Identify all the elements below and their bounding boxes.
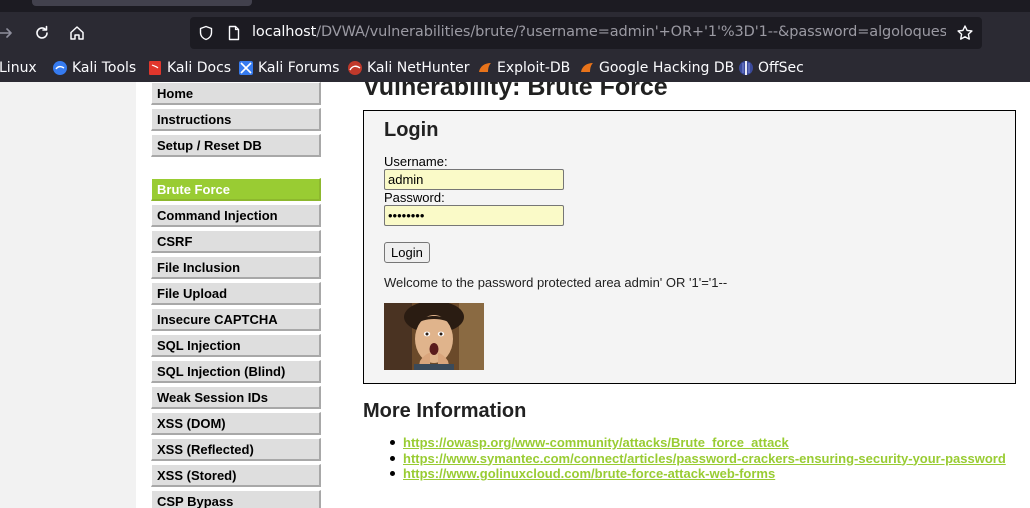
nethunter-icon <box>347 60 363 76</box>
page-title: Vulnerability: Brute Force <box>363 82 668 101</box>
more-information-heading: More Information <box>363 400 527 422</box>
welcome-message: Welcome to the password protected area a… <box>384 275 728 290</box>
bookmark-kali-tools[interactable]: Kali Tools <box>52 59 136 77</box>
menu-item-sql-injection[interactable]: SQL Injection <box>151 334 321 357</box>
password-label: Password: <box>384 190 445 205</box>
bookmark-label: Kali Docs <box>167 60 232 76</box>
url-path: /DVWA/vulnerabilities/brute/?username=ad… <box>316 24 946 40</box>
bookmarks-toolbar: Linux Kali Tools Kali Docs Kali Forums K… <box>0 54 1030 82</box>
bookmark-offsec[interactable]: OffSec <box>738 59 804 77</box>
home-icon[interactable] <box>65 21 89 45</box>
menu-item-xss-dom[interactable]: XSS (DOM) <box>151 412 321 435</box>
menu-item-instructions[interactable]: Instructions <box>151 108 321 131</box>
menu-item-file-upload[interactable]: File Upload <box>151 282 321 305</box>
user-avatar-image <box>384 303 484 370</box>
menu-item-file-inclusion[interactable]: File Inclusion <box>151 256 321 279</box>
main-menu: Home Instructions Setup / Reset DB <box>151 82 321 160</box>
menu-item-setup-reset-db[interactable]: Setup / Reset DB <box>151 134 321 157</box>
username-label: Username: <box>384 154 448 169</box>
more-information-links: https://owasp.org/www-community/attacks/… <box>385 435 1006 482</box>
menu-item-insecure-captcha[interactable]: Insecure CAPTCHA <box>151 308 321 331</box>
ghdb-icon <box>579 60 595 76</box>
menu-item-weak-session-ids[interactable]: Weak Session IDs <box>151 386 321 409</box>
active-tab[interactable] <box>32 0 252 6</box>
bookmark-label: Kali Tools <box>72 60 137 76</box>
login-button[interactable]: Login <box>384 242 430 263</box>
kali-docs-icon <box>147 60 163 76</box>
navigation-toolbar: localhost/DVWA/vulnerabilities/brute/?us… <box>0 12 1030 54</box>
menu-item-sql-injection-blind[interactable]: SQL Injection (Blind) <box>151 360 321 383</box>
url-bar[interactable]: localhost/DVWA/vulnerabilities/brute/?us… <box>190 17 982 49</box>
list-item: https://www.golinuxcloud.com/brute-force… <box>385 466 1006 482</box>
bookmark-google-hacking-db[interactable]: Google Hacking DB <box>579 59 734 77</box>
url-host: localhost <box>252 24 317 40</box>
menu-item-xss-reflected[interactable]: XSS (Reflected) <box>151 438 321 461</box>
bookmark-label: Exploit-DB <box>497 60 571 76</box>
tracking-protection-shield-icon[interactable] <box>198 25 214 46</box>
login-form-box: Login Username: Password: Login Welcome … <box>363 110 1016 384</box>
list-item: https://www.symantec.com/connect/article… <box>385 451 1006 467</box>
password-input[interactable] <box>384 205 564 226</box>
bookmark-label: Linux <box>0 60 37 76</box>
symantec-password-crackers-link[interactable]: https://www.symantec.com/connect/article… <box>403 451 1006 466</box>
login-heading: Login <box>384 119 439 141</box>
menu-item-home[interactable]: Home <box>151 82 321 105</box>
url-text[interactable]: localhost/DVWA/vulnerabilities/brute/?us… <box>252 24 946 44</box>
bookmark-kali-docs[interactable]: Kali Docs <box>147 59 231 77</box>
username-input[interactable] <box>384 169 564 190</box>
kali-forums-icon <box>238 60 254 76</box>
list-item: https://owasp.org/www-community/attacks/… <box>385 435 1006 451</box>
golinuxcloud-brute-force-link[interactable]: https://www.golinuxcloud.com/brute-force… <box>403 466 775 481</box>
bookmark-kali-nethunter[interactable]: Kali NetHunter <box>347 59 469 77</box>
reload-icon[interactable] <box>30 21 54 45</box>
bookmark-kali-forums[interactable]: Kali Forums <box>238 59 339 77</box>
bookmark-label: Kali NetHunter <box>367 60 470 76</box>
bookmark-star-icon[interactable] <box>956 24 974 47</box>
menu-item-csrf[interactable]: CSRF <box>151 230 321 253</box>
tab-strip <box>0 0 1030 12</box>
exploit-db-icon <box>477 60 493 76</box>
page-info-icon[interactable] <box>226 25 242 46</box>
vulnerabilities-menu: Brute Force Command Injection CSRF File … <box>151 178 321 508</box>
menu-item-xss-stored[interactable]: XSS (Stored) <box>151 464 321 487</box>
kali-tools-icon <box>52 60 68 76</box>
bookmark-label: Google Hacking DB <box>599 60 735 76</box>
owasp-brute-force-link[interactable]: https://owasp.org/www-community/attacks/… <box>403 435 789 450</box>
menu-item-csp-bypass[interactable]: CSP Bypass <box>151 490 321 508</box>
bookmark-exploit-db[interactable]: Exploit-DB <box>477 59 570 77</box>
menu-item-command-injection[interactable]: Command Injection <box>151 204 321 227</box>
bookmark-kali-linux[interactable]: Linux <box>0 59 37 77</box>
menu-item-brute-force[interactable]: Brute Force <box>151 178 321 201</box>
bookmark-label: Kali Forums <box>258 60 340 76</box>
forward-icon[interactable] <box>0 21 18 45</box>
left-gutter <box>0 82 136 508</box>
bookmark-label: OffSec <box>758 60 804 76</box>
page-viewport: Home Instructions Setup / Reset DB Brute… <box>0 82 1030 508</box>
offsec-icon <box>738 60 754 76</box>
